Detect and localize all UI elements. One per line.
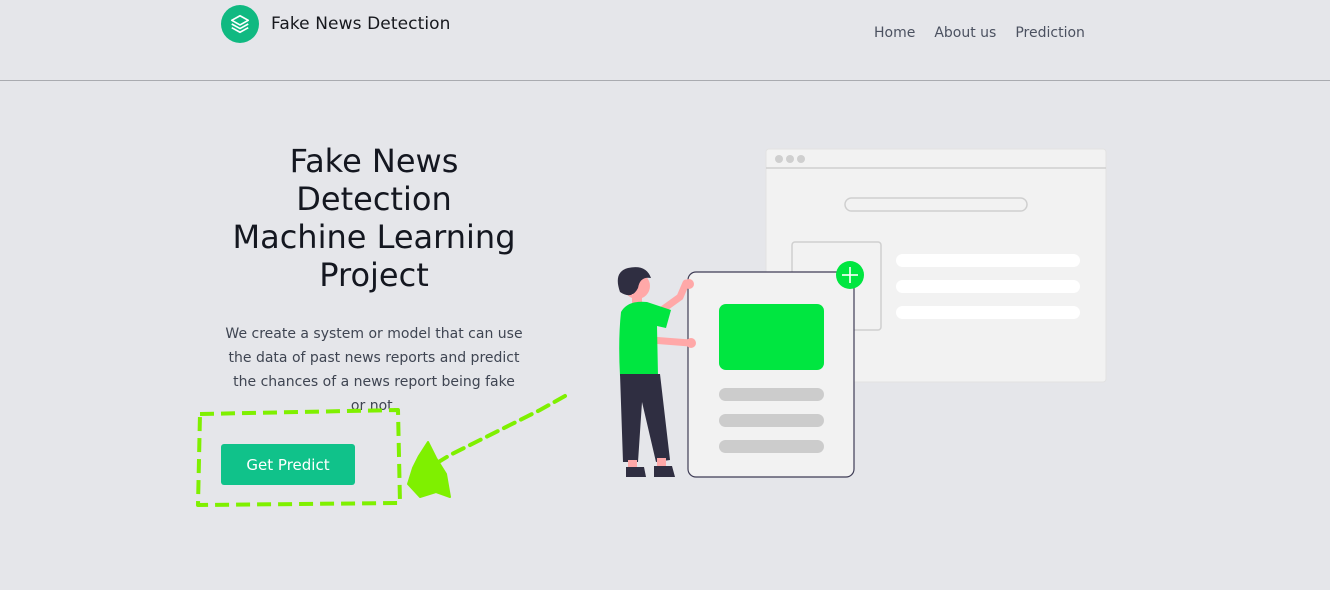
plus-icon [836, 261, 864, 289]
nav-home[interactable]: Home [874, 25, 915, 41]
brand-name: Fake News Detection [271, 14, 451, 34]
hero-title-line: Project [319, 256, 429, 294]
main-nav: Home About us Prediction [874, 25, 1104, 41]
nav-about-us[interactable]: About us [934, 25, 996, 41]
brand[interactable]: Fake News Detection [221, 5, 451, 43]
document-card-shape [687, 271, 855, 478]
person-shape [617, 267, 696, 477]
get-predict-button[interactable]: Get Predict [221, 444, 355, 485]
arrow-head-icon [407, 441, 451, 498]
hero-title-line: Machine Learning [232, 218, 516, 256]
hero-title-line: Detection [296, 180, 452, 218]
person-with-documents-illustration [617, 148, 1107, 478]
hero-description: We create a system or model that can use… [225, 326, 523, 414]
hero-title: Fake News Detection Machine Learning Pro… [218, 142, 530, 294]
hero-section: Fake News Detection Machine Learning Pro… [218, 142, 530, 418]
hero-title-line: Fake News [289, 142, 459, 180]
layers-icon [221, 5, 259, 43]
site-header: Fake News Detection Home About us Predic… [0, 0, 1330, 81]
nav-prediction[interactable]: Prediction [1015, 25, 1085, 41]
